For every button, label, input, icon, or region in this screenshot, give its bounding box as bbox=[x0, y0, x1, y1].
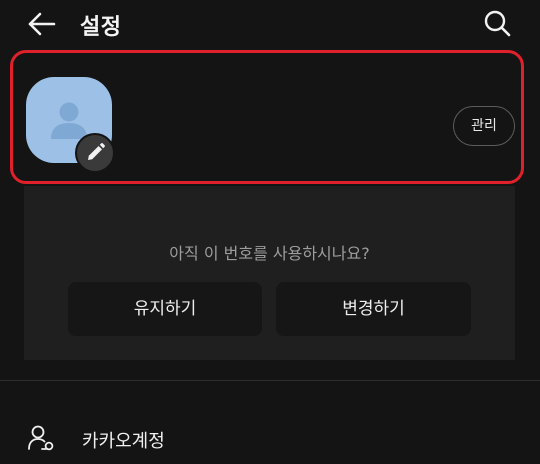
change-number-button[interactable]: 변경하기 bbox=[276, 282, 471, 336]
divider bbox=[0, 380, 540, 381]
back-button[interactable] bbox=[24, 8, 60, 40]
arrow-left-icon bbox=[28, 12, 56, 36]
search-button[interactable] bbox=[480, 6, 516, 42]
prompt-question: 아직 이 번호를 사용하시나요? bbox=[169, 244, 370, 263]
settings-screen: 설정 관리 아직 이 번호를 사용하시나요? 유지하기 변경하기 카카오계정 bbox=[0, 0, 540, 464]
profile-card: 관리 bbox=[10, 50, 524, 184]
header-bar: 설정 bbox=[0, 0, 540, 50]
pencil-icon bbox=[88, 143, 105, 160]
account-icon bbox=[28, 425, 54, 451]
edit-profile-button[interactable] bbox=[75, 133, 115, 173]
account-icon-wrapper bbox=[26, 422, 58, 454]
menu-item-kakao-account[interactable]: 카카오계정 bbox=[0, 410, 540, 464]
keep-number-button[interactable]: 유지하기 bbox=[68, 282, 262, 336]
page-title: 설정 bbox=[80, 15, 122, 40]
menu-item-label: 카카오계정 bbox=[82, 431, 165, 452]
search-icon bbox=[484, 10, 511, 37]
manage-button[interactable]: 관리 bbox=[453, 106, 515, 146]
phone-number-prompt: 아직 이 번호를 사용하시나요? 유지하기 변경하기 bbox=[24, 186, 515, 360]
